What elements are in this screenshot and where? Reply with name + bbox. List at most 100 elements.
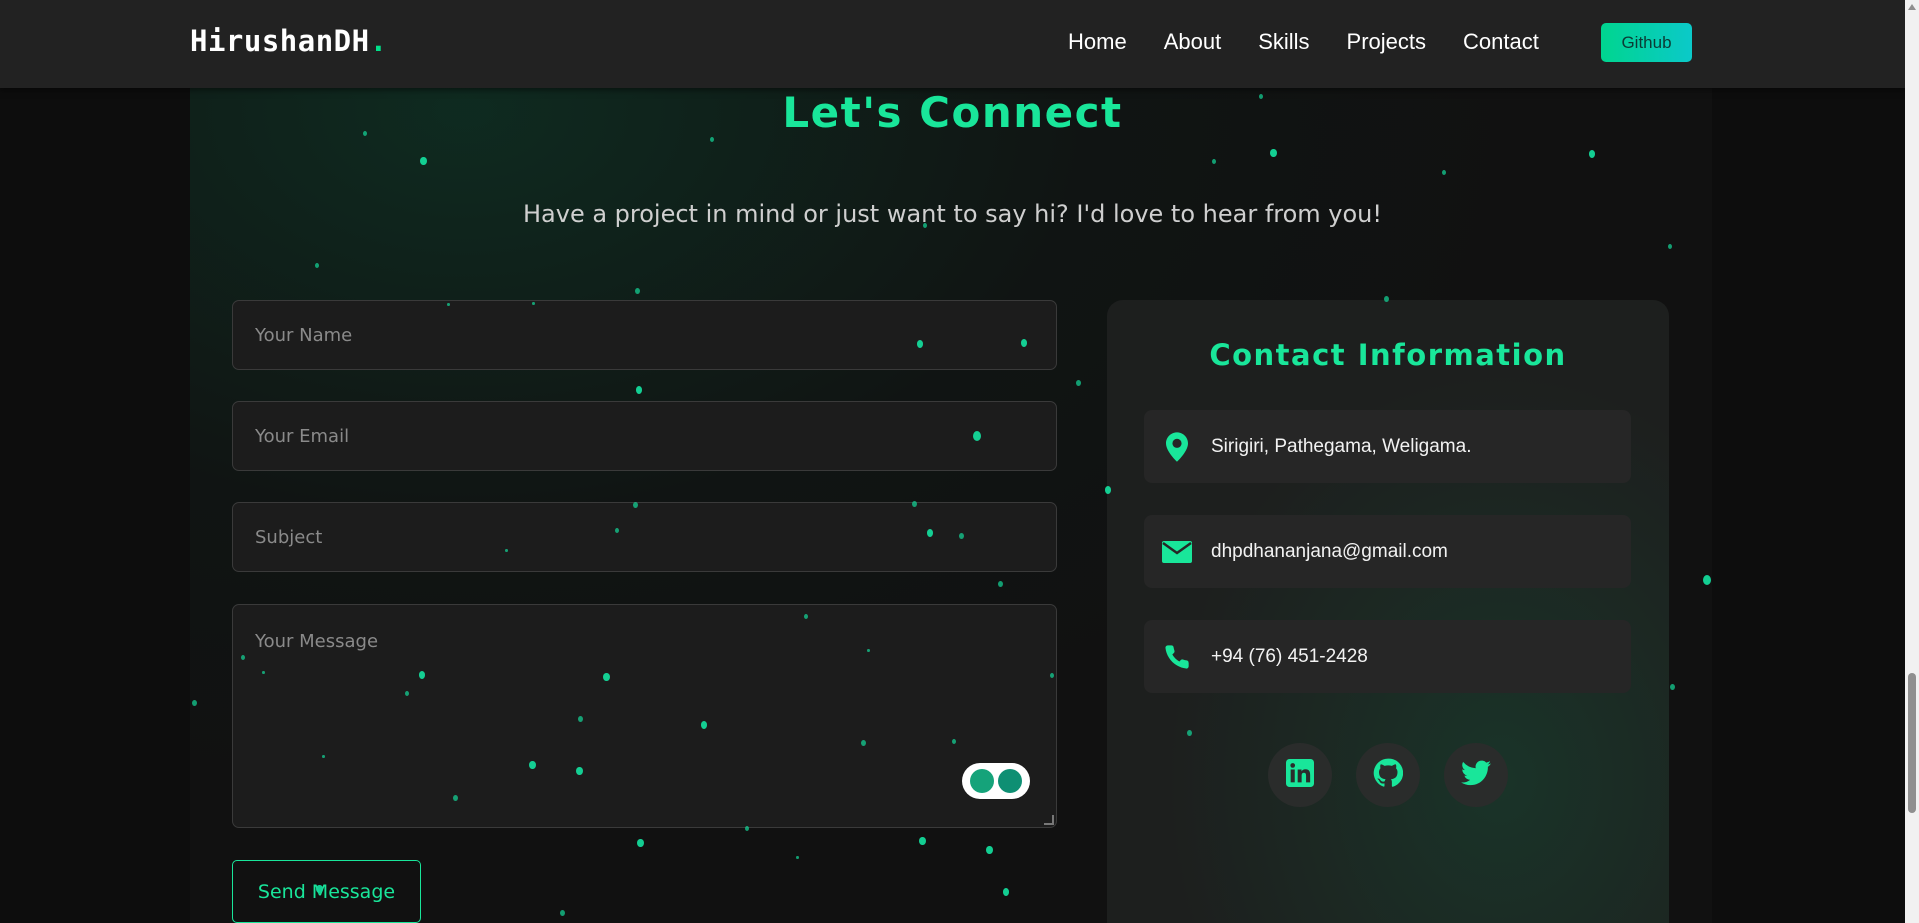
contact-phone: +94 (76) 451-2428 [1211,645,1368,667]
particle-dot [927,529,933,537]
particle-dot [1075,379,1081,386]
contact-phone-row: +94 (76) 451-2428 [1144,620,1631,693]
particle-dot [1021,339,1027,347]
particle-dot [860,739,866,746]
contact-email: dhpdhananjana@gmail.com [1211,540,1448,562]
contact-email-row: dhpdhananjana@gmail.com [1144,515,1631,588]
particle-dot [261,670,265,675]
particle-dot [1669,683,1675,690]
nav-links: Home About Skills Projects Contact [1068,29,1576,55]
subject-input[interactable]: Subject [232,502,1057,572]
particle-dot [363,131,367,136]
social-links [1268,743,1508,807]
name-input[interactable]: Your Name [232,300,1057,370]
nav-link-contact[interactable]: Contact [1463,29,1539,55]
twitter-button[interactable] [1444,743,1508,807]
particle-dot [615,528,619,533]
navbar: HirushanDH. Home About Skills Projects C… [0,0,1905,88]
envelope-icon [1162,537,1192,567]
contact-title: Contact Information [1209,338,1567,372]
particle-dot [315,263,319,268]
particle-dot [917,340,923,348]
nav-link-skills[interactable]: Skills [1258,29,1309,55]
contact-card: Contact Information Sirigiri, Pathegama,… [1107,300,1669,923]
scroll-up-arrow-icon[interactable] [1908,4,1916,10]
particle-dot [419,156,427,166]
particle-dot [1703,575,1711,585]
twitter-icon [1461,760,1491,790]
logo[interactable]: HirushanDH. [190,24,388,58]
email-placeholder: Your Email [255,425,350,447]
particle-dot [866,648,870,653]
resize-handle[interactable] [1044,815,1054,825]
particle-dot [804,614,808,619]
send-message-button[interactable]: Send Message [232,860,421,923]
phone-icon [1162,642,1192,672]
particle-dot [577,715,583,722]
particle-dot [701,721,707,729]
particle-dot [321,754,325,759]
logo-text: HirushanDH [190,24,370,58]
particle-dot [419,671,425,679]
particle-dot [952,739,956,744]
particle-dot [315,884,323,894]
particle-dot [1050,673,1054,678]
particle-dot [1212,159,1216,164]
particle-dot [636,386,642,394]
particle-dot [528,760,536,770]
page-scrollbar[interactable] [1905,0,1919,923]
particle-dot [1442,170,1446,175]
particle-dot [446,302,450,307]
section-subtitle: Have a project in mind or just want to s… [522,200,1383,228]
particle-dot [958,532,964,539]
particle-dot [923,223,927,228]
contact-location-row: Sirigiri, Pathegama, Weligama. [1144,410,1631,483]
page: HirushanDH. Home About Skills Projects C… [0,0,1919,923]
particle-dot [985,845,993,855]
message-placeholder: Your Message [255,631,379,652]
name-placeholder: Your Name [255,324,353,346]
particle-dot [1589,150,1595,158]
location-pin-icon [1162,431,1192,462]
particle-dot [241,655,245,660]
grammarly-g-icon[interactable] [998,769,1022,793]
particle-dot [1269,148,1277,158]
particle-dot [575,766,583,776]
particle-dot [1383,295,1389,302]
github-icon [1373,758,1404,792]
particle-dot [710,137,714,142]
linkedin-button[interactable] [1268,743,1332,807]
grammarly-widget[interactable] [962,763,1030,799]
particle-dot [602,672,610,682]
subject-placeholder: Subject [255,526,323,548]
nav-link-home[interactable]: Home [1068,29,1127,55]
nav-link-projects[interactable]: Projects [1347,29,1426,55]
particle-dot [918,836,926,846]
particle-dot [636,838,644,848]
particle-dot [911,500,917,507]
particle-dot [504,548,508,553]
contact-location: Sirigiri, Pathegama, Weligama. [1211,435,1472,457]
particle-dot [1105,486,1111,494]
particle-dot [1668,244,1672,249]
particle-dot [559,909,565,916]
particle-dot [1259,94,1263,99]
scroll-thumb[interactable] [1908,673,1916,813]
particle-dot [1003,888,1009,896]
particle-dot [634,287,640,294]
message-textarea[interactable]: Your Message [232,604,1057,828]
particle-dot [191,699,197,706]
nav-link-about[interactable]: About [1164,29,1222,55]
particle-dot [632,501,638,508]
email-input[interactable]: Your Email [232,401,1057,471]
github-social-button[interactable] [1356,743,1420,807]
grammarly-bulb-icon[interactable] [970,769,994,793]
particle-dot [531,301,535,306]
particle-dot [997,580,1003,587]
particle-dot [452,794,458,801]
particle-dot [795,855,799,860]
logo-dot: . [369,24,388,58]
particle-dot [1186,729,1192,736]
github-button[interactable]: Github [1601,23,1692,62]
section-title: Let's Connect [782,88,1123,137]
